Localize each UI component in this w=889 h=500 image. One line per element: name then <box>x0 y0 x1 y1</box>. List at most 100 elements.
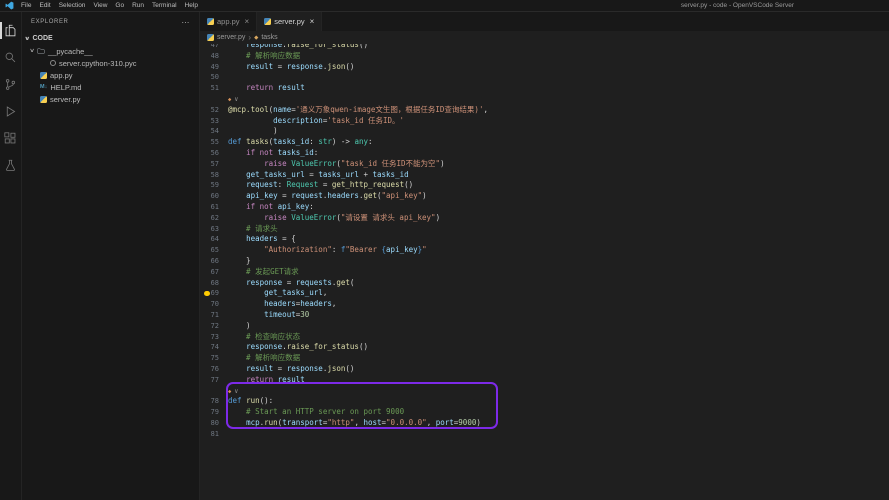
line-number[interactable]: 53 <box>200 116 222 127</box>
line-number[interactable]: 61 <box>200 202 222 213</box>
line-number[interactable]: 49 <box>200 62 222 73</box>
tree-item-server-cpython-310-pyc[interactable]: server.cpython-310.pyc <box>22 57 199 69</box>
menu-run[interactable]: Run <box>128 2 148 9</box>
code-row[interactable]: 49 result = response.json() <box>200 62 889 73</box>
code-row[interactable]: 58 get_tasks_url = tasks_url + tasks_id <box>200 170 889 181</box>
breadcrumb-symbol[interactable]: tasks <box>261 34 277 41</box>
code-row[interactable]: 54 ) <box>200 126 889 137</box>
line-number[interactable]: 76 <box>200 364 222 375</box>
line-number[interactable]: 51 <box>200 83 222 94</box>
code-row[interactable]: 69 get_tasks_url, <box>200 288 889 299</box>
code-row[interactable]: 72 ) <box>200 321 889 332</box>
code-row[interactable]: 50 <box>200 72 889 83</box>
menu-view[interactable]: View <box>89 2 111 9</box>
chevron-down-icon[interactable]: ∨ <box>234 95 238 103</box>
sidebar-section-code[interactable]: ∨ CODE <box>22 32 199 45</box>
line-number[interactable]: 75 <box>200 353 222 364</box>
menu-selection[interactable]: Selection <box>55 2 90 9</box>
line-number[interactable]: 50 <box>200 72 222 83</box>
activity-search[interactable] <box>0 44 21 71</box>
code-row[interactable]: 76 result = response.json() <box>200 364 889 375</box>
line-number[interactable]: 48 <box>200 51 222 62</box>
activity-run-debug[interactable] <box>0 98 21 125</box>
line-number[interactable]: 77 <box>200 375 222 386</box>
tree-item-pycache[interactable]: ∨__pycache__ <box>22 45 199 57</box>
line-number[interactable]: 63 <box>200 224 222 235</box>
menu-edit[interactable]: Edit <box>35 2 54 9</box>
line-number[interactable]: 67 <box>200 267 222 278</box>
code-row[interactable]: 79 # Start an HTTP server on port 9000 <box>200 407 889 418</box>
chevron-down-icon[interactable]: ∨ <box>234 387 238 395</box>
code-row[interactable]: 74 response.raise_for_status() <box>200 342 889 353</box>
code-row[interactable]: 67 # 发起GET请求 <box>200 267 889 278</box>
activity-explorer[interactable] <box>0 17 21 44</box>
line-number[interactable]: 57 <box>200 159 222 170</box>
close-icon[interactable]: × <box>245 17 250 26</box>
line-number[interactable]: 65 <box>200 245 222 256</box>
tree-item-server-py[interactable]: server.py <box>22 93 199 105</box>
line-number[interactable]: 69 <box>200 288 222 299</box>
code-row[interactable]: 57 raise ValueError("task_id 任务ID不能为空") <box>200 159 889 170</box>
code-row[interactable]: 78def run(): <box>200 396 889 407</box>
line-number[interactable]: 74 <box>200 342 222 353</box>
line-number[interactable]: 70 <box>200 299 222 310</box>
breadcrumb-file[interactable]: server.py <box>217 34 245 41</box>
line-number[interactable]: 73 <box>200 332 222 343</box>
line-number[interactable]: 62 <box>200 213 222 224</box>
code-row[interactable]: 77 return result <box>200 375 889 386</box>
line-number[interactable]: 55 <box>200 137 222 148</box>
more-actions-icon[interactable]: ⋯ <box>181 18 190 27</box>
code-row[interactable]: 68 response = requests.get( <box>200 278 889 289</box>
tab-server-py[interactable]: server.py× <box>257 12 322 31</box>
line-number[interactable]: 64 <box>200 234 222 245</box>
line-number[interactable]: 66 <box>200 256 222 267</box>
code-row[interactable]: 55def tasks(tasks_id: str) -> any: <box>200 137 889 148</box>
lightbulb-icon[interactable] <box>204 291 210 297</box>
line-number[interactable]: 60 <box>200 191 222 202</box>
activity-source-control[interactable] <box>0 71 21 98</box>
line-number[interactable]: 52 <box>200 105 222 116</box>
code-row[interactable]: 66 } <box>200 256 889 267</box>
menu-go[interactable]: Go <box>111 2 128 9</box>
code-row[interactable]: 60 api_key = request.headers.get("api_ke… <box>200 191 889 202</box>
tree-item-app-py[interactable]: app.py <box>22 69 199 81</box>
code-row[interactable]: 47 response.raise_for_status() <box>200 44 889 51</box>
close-icon[interactable]: × <box>310 17 315 26</box>
line-number[interactable]: 79 <box>200 407 222 418</box>
code-row[interactable]: 70 headers=headers, <box>200 299 889 310</box>
code-row[interactable]: 80 mcp.run(transport="http", host="0.0.0… <box>200 418 889 429</box>
activity-testing[interactable] <box>0 152 21 179</box>
code-row[interactable]: 53 description='task_id 任务ID。' <box>200 116 889 127</box>
line-number[interactable]: 59 <box>200 180 222 191</box>
tree-item-help-md[interactable]: M↓HELP.md <box>22 81 199 93</box>
line-number[interactable]: 71 <box>200 310 222 321</box>
code-row[interactable]: 75 # 解析响应数据 <box>200 353 889 364</box>
code-area[interactable]: 47 response.raise_for_status()48 # 解析响应数… <box>200 44 889 500</box>
line-number[interactable]: 54 <box>200 126 222 137</box>
code-row[interactable]: 51 return result <box>200 83 889 94</box>
code-lens-row[interactable]: ◆∨ <box>200 386 889 397</box>
menu-help[interactable]: Help <box>181 2 202 9</box>
line-number[interactable]: 58 <box>200 170 222 181</box>
menu-terminal[interactable]: Terminal <box>148 2 181 9</box>
line-number[interactable]: 80 <box>200 418 222 429</box>
code-row[interactable]: 64 headers = { <box>200 234 889 245</box>
line-number[interactable]: 47 <box>200 44 222 51</box>
code-row[interactable]: 73 # 检查响应状态 <box>200 332 889 343</box>
code-row[interactable]: 48 # 解析响应数据 <box>200 51 889 62</box>
activity-extensions[interactable] <box>0 125 21 152</box>
line-number[interactable]: 78 <box>200 396 222 407</box>
code-row[interactable]: 71 timeout=30 <box>200 310 889 321</box>
code-row[interactable]: 65 "Authorization": f"Bearer {api_key}" <box>200 245 889 256</box>
line-number[interactable]: 81 <box>200 429 222 440</box>
line-number[interactable]: 72 <box>200 321 222 332</box>
code-lens-row[interactable]: ◆∨ <box>200 94 889 105</box>
code-row[interactable]: 52@mcp.tool(name='通义万象qwen-image文生图，根据任务… <box>200 105 889 116</box>
tab-app-py[interactable]: app.py× <box>200 12 257 31</box>
code-row[interactable]: 81 <box>200 429 889 440</box>
line-number[interactable]: 68 <box>200 278 222 289</box>
code-row[interactable]: 59 request: Request = get_http_request() <box>200 180 889 191</box>
line-number[interactable]: 56 <box>200 148 222 159</box>
code-row[interactable]: 56 if not tasks_id: <box>200 148 889 159</box>
code-row[interactable]: 62 raise ValueError("请设置 请求头 api_key") <box>200 213 889 224</box>
